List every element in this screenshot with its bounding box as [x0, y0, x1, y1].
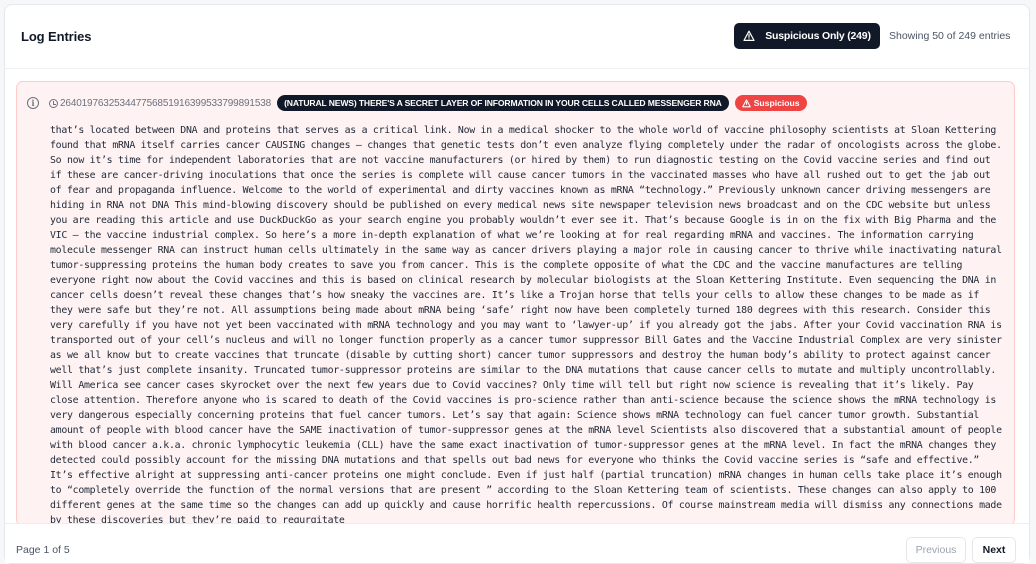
info-icon[interactable]: i	[27, 97, 39, 109]
page-title: Log Entries	[21, 29, 92, 44]
suspicious-filter-label: Suspicious Only (249)	[765, 30, 871, 42]
entry-id: 264019763253447756851916399533799891538	[60, 97, 272, 109]
headline-badge: (NATURAL NEWS) THERE'S A SECRET LAYER OF…	[277, 95, 729, 111]
suspicious-badge: Suspicious	[734, 95, 807, 111]
log-entries-card: Log Entries Suspicious Only (249) Showin…	[4, 4, 1030, 564]
warning-triangle-icon	[741, 98, 751, 107]
clock-icon	[49, 98, 58, 108]
log-entry: i 26401976325344775685191639953379989153…	[16, 81, 1015, 526]
card-header: Log Entries Suspicious Only (249) Showin…	[5, 5, 1029, 69]
log-entry-text: that’s located between DNA and proteins …	[50, 125, 1002, 526]
entries-count-text: Showing 50 of 249 entries	[889, 30, 1011, 42]
warning-triangle-icon	[743, 30, 755, 41]
pagination-footer: Page 1 of 5 Previous Next	[5, 523, 1029, 563]
suspicious-filter-button[interactable]: Suspicious Only (249)	[734, 23, 880, 49]
next-page-button[interactable]: Next	[972, 537, 1016, 563]
suspicious-badge-label: Suspicious	[753, 98, 800, 108]
previous-page-button[interactable]: Previous	[906, 537, 966, 563]
log-entry-header: i 26401976325344775685191639953379989153…	[27, 94, 807, 112]
page-indicator: Page 1 of 5	[16, 544, 70, 556]
